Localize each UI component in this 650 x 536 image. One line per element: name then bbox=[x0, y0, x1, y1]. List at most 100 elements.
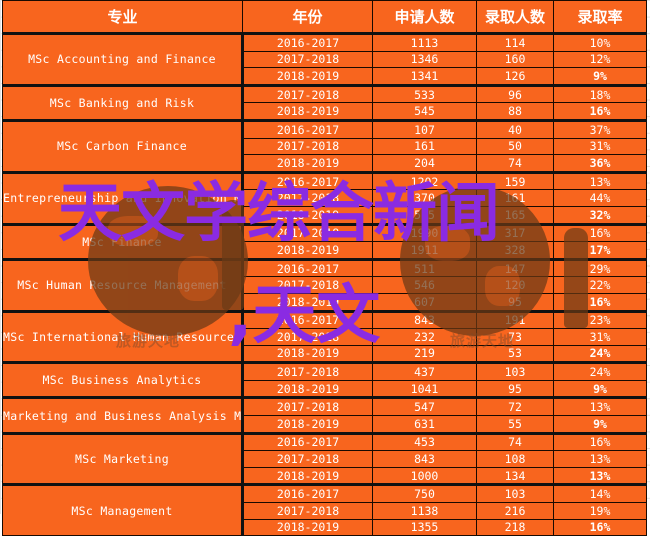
admitted-cell[interactable]: 218 bbox=[476, 518, 554, 536]
year-cell[interactable]: 2016-2017 bbox=[242, 431, 373, 452]
admitted-cell[interactable]: 53 bbox=[476, 344, 554, 364]
header-rate[interactable]: 录取率 bbox=[553, 0, 647, 35]
rate-cell[interactable]: 16% bbox=[553, 102, 647, 121]
rate-cell[interactable]: 24% bbox=[553, 361, 647, 381]
applicants-cell[interactable]: 204 bbox=[372, 154, 477, 173]
applicants-cell[interactable]: 1138 bbox=[372, 502, 477, 520]
rate-cell[interactable]: 16% bbox=[553, 431, 647, 452]
applicants-cell[interactable]: 1113 bbox=[372, 32, 477, 52]
admitted-cell[interactable]: 103 bbox=[476, 483, 554, 504]
applicants-cell[interactable]: 1202 bbox=[372, 170, 477, 191]
rate-cell[interactable]: 9% bbox=[553, 67, 647, 86]
rate-cell[interactable]: 29% bbox=[553, 257, 647, 278]
admitted-cell[interactable]: 120 bbox=[476, 276, 554, 294]
applicants-cell[interactable]: 1000 bbox=[372, 466, 477, 486]
admitted-cell[interactable]: 40 bbox=[476, 119, 554, 139]
rate-cell[interactable]: 16% bbox=[553, 518, 647, 536]
admitted-cell[interactable]: 74 bbox=[476, 431, 554, 452]
year-cell[interactable]: 2018-2019 bbox=[242, 379, 373, 399]
applicants-cell[interactable]: 437 bbox=[372, 361, 477, 381]
applicants-cell[interactable]: 607 bbox=[372, 292, 477, 312]
year-cell[interactable]: 2017-2018 bbox=[242, 361, 373, 381]
admitted-cell[interactable]: 74 bbox=[476, 154, 554, 173]
admitted-cell[interactable]: 216 bbox=[476, 502, 554, 520]
applicants-cell[interactable]: 546 bbox=[372, 276, 477, 294]
year-cell[interactable]: 2016-2017 bbox=[242, 119, 373, 139]
year-cell[interactable]: 2017-2018 bbox=[242, 276, 373, 294]
year-cell[interactable]: 2016-2017 bbox=[242, 170, 373, 191]
year-cell[interactable]: 2016-2017 bbox=[242, 309, 373, 330]
year-cell[interactable]: 2018-2019 bbox=[242, 241, 373, 260]
applicants-cell[interactable]: 1346 bbox=[372, 50, 477, 69]
applicants-cell[interactable]: 107 bbox=[372, 119, 477, 139]
admitted-cell[interactable]: 73 bbox=[476, 328, 554, 346]
admitted-cell[interactable]: 55 bbox=[476, 415, 554, 434]
year-cell[interactable]: 2018-2019 bbox=[242, 102, 373, 121]
header-applicants[interactable]: 申请人数 bbox=[372, 0, 477, 35]
rate-cell[interactable]: 13% bbox=[553, 450, 647, 468]
admitted-cell[interactable]: 108 bbox=[476, 450, 554, 468]
applicants-cell[interactable]: 843 bbox=[372, 309, 477, 330]
major-cell[interactable]: MSc Banking and Risk bbox=[2, 83, 244, 121]
admitted-cell[interactable]: 134 bbox=[476, 466, 554, 486]
major-cell[interactable]: MSc Management bbox=[2, 483, 244, 536]
rate-cell[interactable]: 44% bbox=[553, 189, 647, 207]
rate-cell[interactable]: 10% bbox=[553, 32, 647, 52]
year-cell[interactable]: 2016-2017 bbox=[242, 483, 373, 504]
rate-cell[interactable]: 32% bbox=[553, 205, 647, 225]
header-year[interactable]: 年份 bbox=[242, 0, 373, 35]
year-cell[interactable]: 2017-2018 bbox=[242, 502, 373, 520]
admitted-cell[interactable]: 328 bbox=[476, 241, 554, 260]
rate-cell[interactable]: 36% bbox=[553, 154, 647, 173]
rate-cell[interactable]: 14% bbox=[553, 483, 647, 504]
rate-cell[interactable]: 22% bbox=[553, 276, 647, 294]
applicants-cell[interactable]: 750 bbox=[372, 483, 477, 504]
admitted-cell[interactable]: 165 bbox=[476, 205, 554, 225]
header-admitted[interactable]: 录取人数 bbox=[476, 0, 554, 35]
rate-cell[interactable]: 13% bbox=[553, 396, 647, 417]
year-cell[interactable]: 2018-2019 bbox=[242, 292, 373, 312]
admitted-cell[interactable]: 317 bbox=[476, 222, 554, 243]
rate-cell[interactable]: 13% bbox=[553, 466, 647, 486]
major-cell[interactable]: MSc Carbon Finance bbox=[2, 118, 244, 173]
year-cell[interactable]: 2017-2018 bbox=[242, 328, 373, 346]
year-cell[interactable]: 2016-2017 bbox=[242, 257, 373, 278]
admitted-cell[interactable]: 50 bbox=[476, 137, 554, 156]
rate-cell[interactable]: 31% bbox=[553, 137, 647, 156]
major-cell[interactable]: MSc Marketing bbox=[2, 431, 244, 486]
admitted-cell[interactable]: 147 bbox=[476, 257, 554, 278]
applicants-cell[interactable]: 1911 bbox=[372, 241, 477, 260]
major-cell[interactable]: MSc Accounting and Finance bbox=[2, 32, 244, 86]
applicants-cell[interactable]: 1355 bbox=[372, 518, 477, 536]
rate-cell[interactable]: 9% bbox=[553, 379, 647, 399]
admitted-cell[interactable]: 72 bbox=[476, 396, 554, 417]
rate-cell[interactable]: 24% bbox=[553, 344, 647, 364]
rate-cell[interactable]: 18% bbox=[553, 83, 647, 104]
applicants-cell[interactable]: 545 bbox=[372, 102, 477, 121]
year-cell[interactable]: 2017-2018 bbox=[242, 50, 373, 69]
year-cell[interactable]: 2017-2018 bbox=[242, 189, 373, 207]
year-cell[interactable]: 2018-2019 bbox=[242, 67, 373, 86]
rate-cell[interactable]: 16% bbox=[553, 292, 647, 312]
admitted-cell[interactable]: 95 bbox=[476, 292, 554, 312]
admitted-cell[interactable]: 114 bbox=[476, 32, 554, 52]
applicants-cell[interactable]: 533 bbox=[372, 83, 477, 104]
admitted-cell[interactable]: 95 bbox=[476, 379, 554, 399]
year-cell[interactable]: 2016-2017 bbox=[242, 32, 373, 52]
year-cell[interactable]: 2017-2018 bbox=[242, 396, 373, 417]
year-cell[interactable]: 2018-2019 bbox=[242, 154, 373, 173]
year-cell[interactable]: 2018-2019 bbox=[242, 466, 373, 486]
applicants-cell[interactable]: 511 bbox=[372, 257, 477, 278]
applicants-cell[interactable]: 232 bbox=[372, 328, 477, 346]
admitted-cell[interactable]: 96 bbox=[476, 83, 554, 104]
applicants-cell[interactable]: 1041 bbox=[372, 379, 477, 399]
year-cell[interactable]: 2018-2019 bbox=[242, 344, 373, 364]
applicants-cell[interactable]: 1341 bbox=[372, 67, 477, 86]
major-cell[interactable]: Entrepreneurship and Innovation MSc bbox=[2, 170, 244, 225]
year-cell[interactable]: 2017-2018 bbox=[242, 83, 373, 104]
admitted-cell[interactable]: 160 bbox=[476, 50, 554, 69]
rate-cell[interactable]: 9% bbox=[553, 415, 647, 434]
applicants-cell[interactable]: 547 bbox=[372, 396, 477, 417]
rate-cell[interactable]: 23% bbox=[553, 309, 647, 330]
year-cell[interactable]: 2018-2019 bbox=[242, 415, 373, 434]
